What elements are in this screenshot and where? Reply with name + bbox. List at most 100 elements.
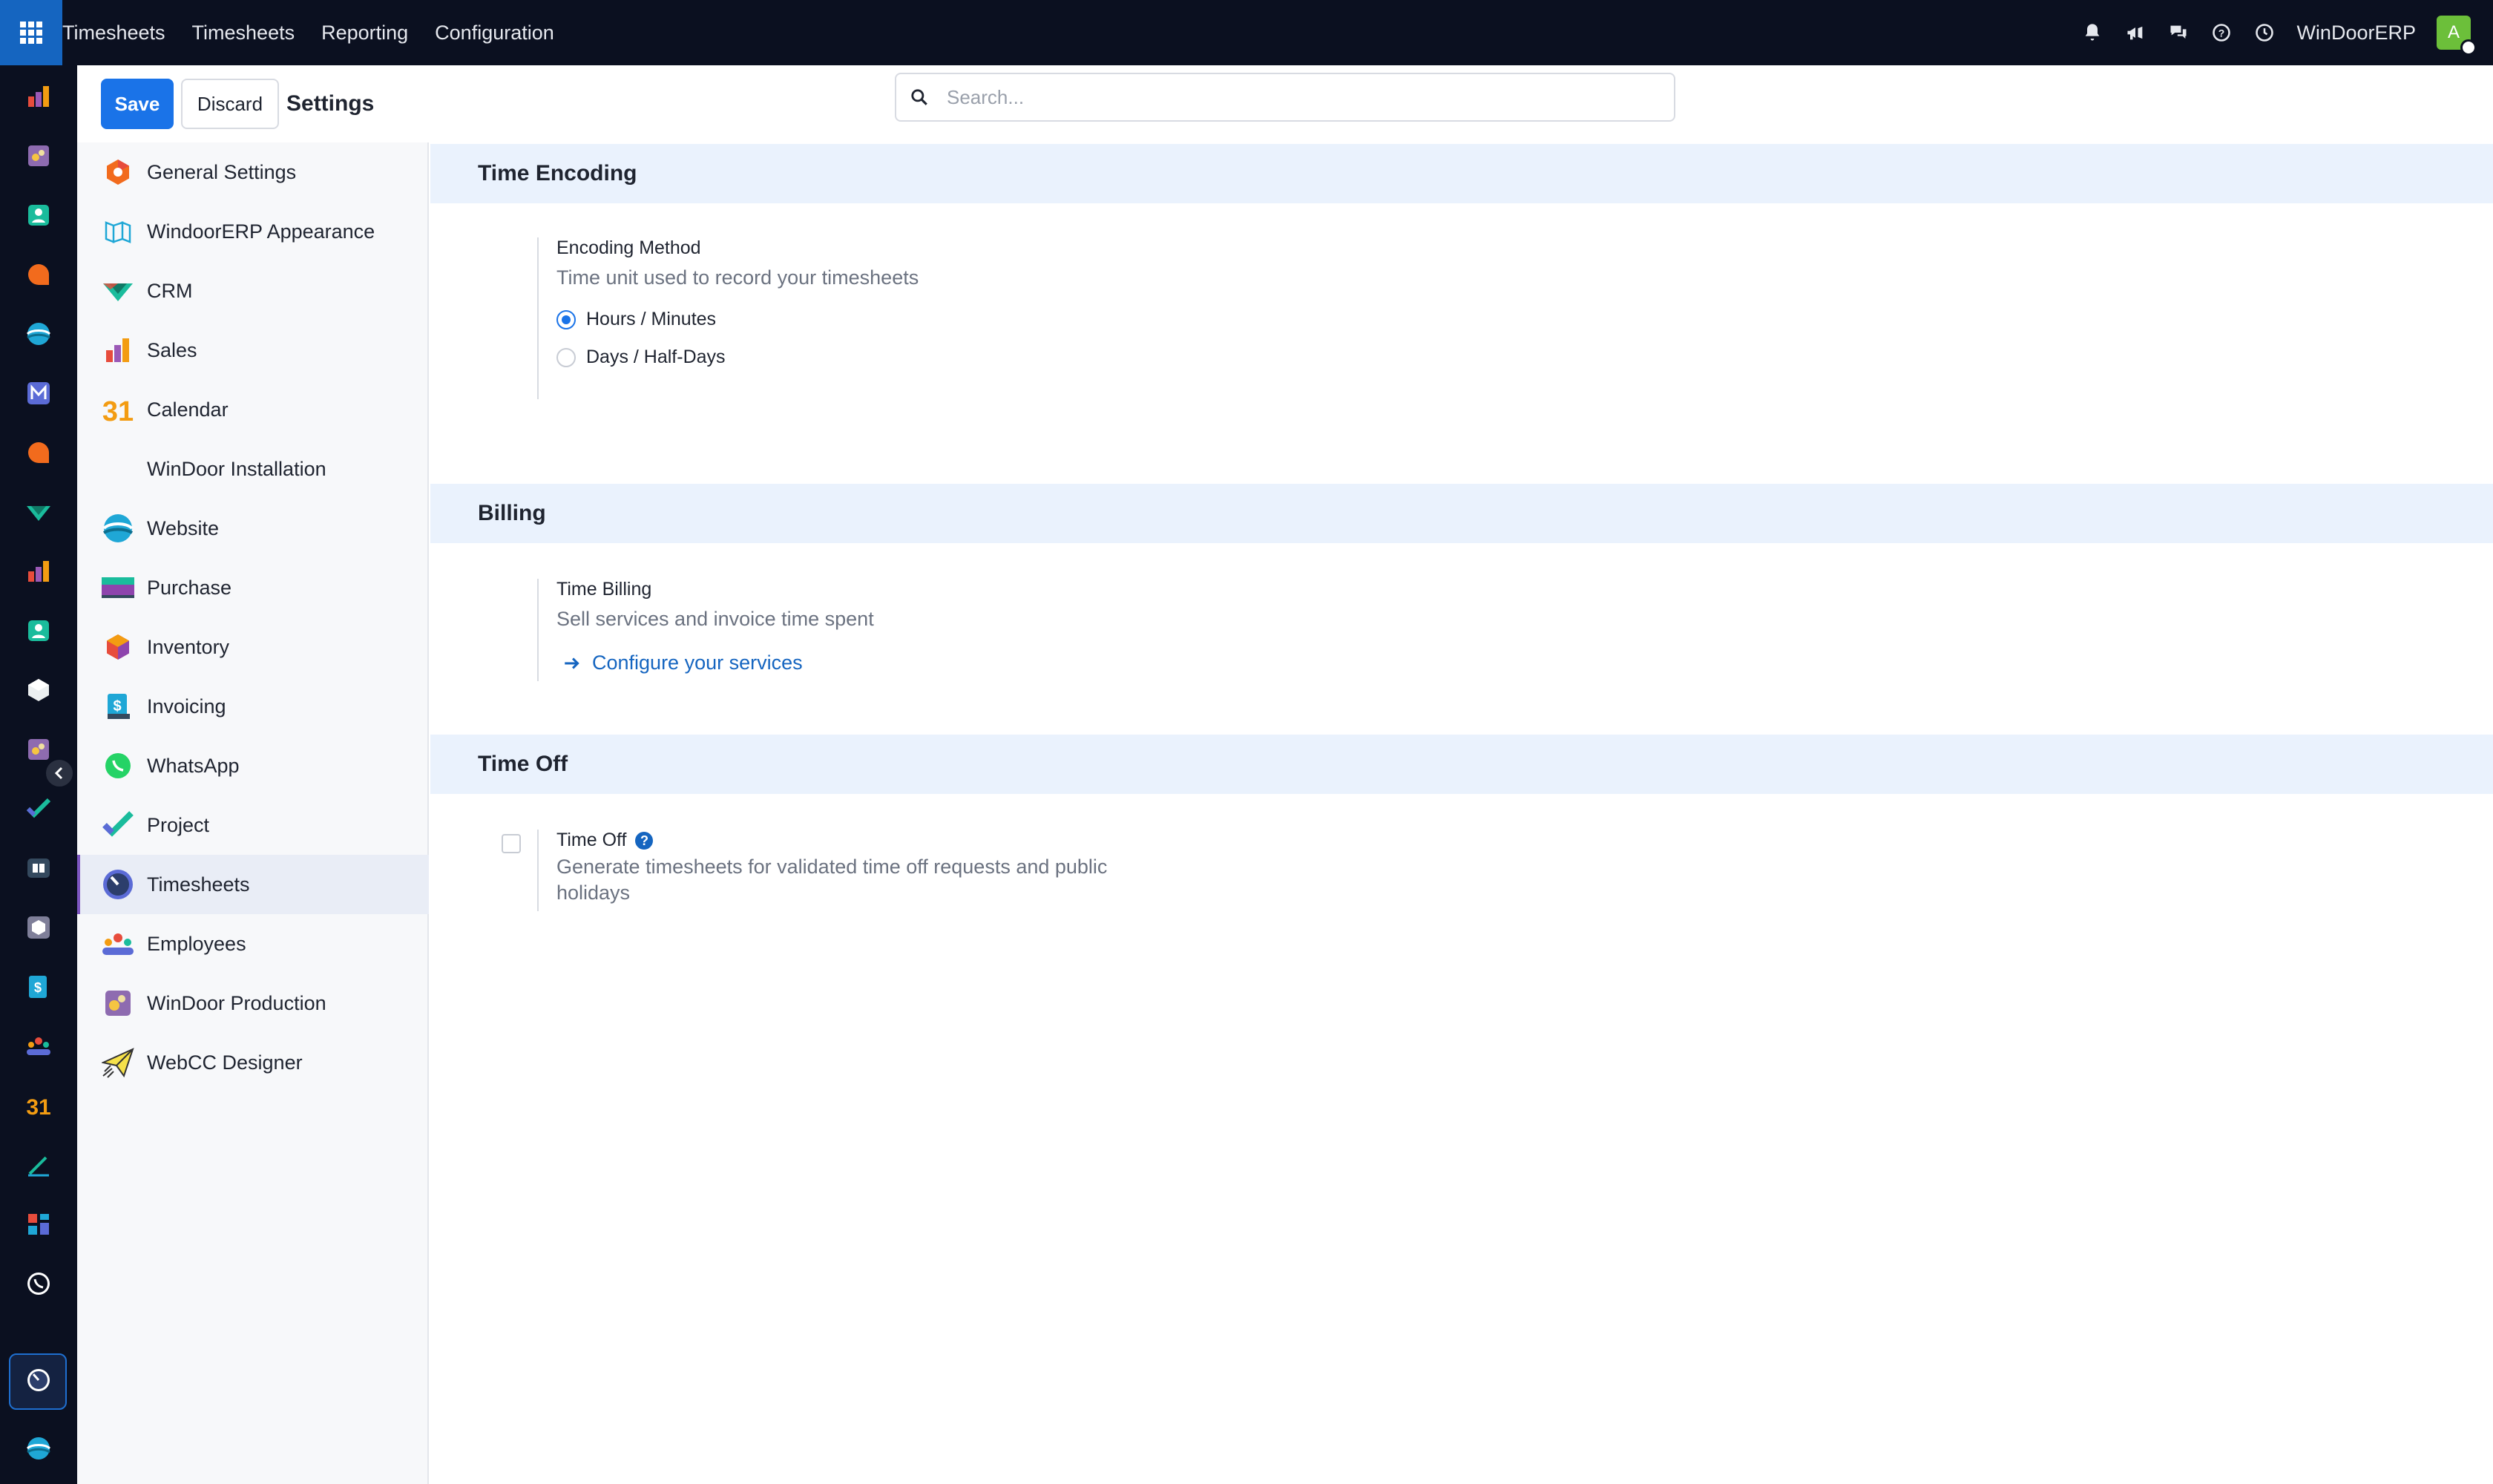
company-name[interactable]: WinDoorERP [2296,22,2416,45]
collapse-sidebar-button[interactable] [45,758,74,788]
sales-app-icon[interactable] [25,83,52,110]
app-item-invoicing[interactable]: $ Invoicing [77,677,429,736]
app-item-label: WinDoor Production [147,991,326,1014]
discard-button[interactable]: Discard [181,79,279,129]
timesheets-app-icon[interactable] [25,1367,52,1393]
megaphone-icon[interactable] [2124,22,2147,44]
chat-icon[interactable] [2167,22,2190,44]
app-item-employees[interactable]: Employees [77,914,429,974]
livechat-app-icon[interactable] [25,439,52,466]
avatar-initial: A [2447,22,2460,42]
app-item-website[interactable]: Website [77,499,429,558]
app-item-sales[interactable]: Sales [77,321,429,380]
section-header-time-encoding: Time Encoding [430,144,2493,203]
menu-brand-timesheets[interactable]: Timesheets [62,22,179,45]
app-item-project[interactable]: Project [77,795,429,855]
calendar-app-icon[interactable]: 31 [25,1092,52,1119]
calendar-icon: 31 [101,393,135,427]
production-app-icon[interactable] [25,142,52,169]
app-item-label: WhatsApp [147,754,240,777]
contacts-app-icon-2[interactable] [25,617,52,644]
radio-button[interactable] [556,347,576,367]
settings-content: Time Encoding Encoding Method Time unit … [430,142,2493,1484]
search-icon [908,86,930,108]
menu-configuration[interactable]: Configuration [421,22,568,45]
app-item-label: Calendar [147,398,229,421]
employees-icon [101,927,135,961]
sign-app-icon[interactable] [25,1152,52,1178]
app-menu-button[interactable] [0,0,62,65]
general-settings-icon [101,155,135,189]
invoicing-app-icon[interactable]: $ [25,974,52,1000]
control-panel: Save Discard Settings [77,65,2493,142]
website-app-icon[interactable] [25,321,52,347]
time-off-checkbox[interactable] [502,834,521,853]
setting-title: Time Off [556,830,627,850]
search-input[interactable] [947,85,1615,109]
app-item-label: Sales [147,338,197,361]
dashboard-app-icon[interactable] [25,1211,52,1238]
radio-option-hours-minutes[interactable]: Hours / Minutes [556,309,919,330]
radio-button[interactable] [556,309,576,329]
menu-timesheets[interactable]: Timesheets [179,22,309,45]
radio-option-days-half-days[interactable]: Days / Half-Days [556,347,919,368]
knowledge-app-icon[interactable] [25,855,52,881]
contacts-app-icon[interactable] [25,202,52,229]
app-item-windoor-production[interactable]: WinDoor Production [77,974,429,1033]
app-item-general-settings[interactable]: General Settings [77,142,429,202]
app-item-webcc-designer[interactable]: WebCC Designer [77,1033,429,1092]
setting-time-off: Time Off? Generate timesheets for valida… [537,830,1107,911]
app-item-label: Invoicing [147,695,226,718]
clock-icon[interactable] [2253,22,2276,44]
employees-app-icon[interactable] [25,1033,52,1060]
app-item-purchase[interactable]: Purchase [77,558,429,617]
app-item-label: General Settings [147,160,297,183]
invoicing-icon: $ [101,689,135,723]
app-item-windoor-installation[interactable]: WinDoor Installation [77,439,429,499]
crm-app-icon[interactable] [25,499,52,525]
app-item-crm[interactable]: CRM [77,261,429,321]
section-header-time-off: Time Off [430,735,2493,794]
user-avatar[interactable]: A [2437,16,2477,56]
crm-icon [101,274,135,308]
app-item-whatsapp[interactable]: WhatsApp [77,736,429,795]
settings-app-list: General Settings WindoorERP Appearance C… [77,142,429,1484]
setting-description: Sell services and invoice time spent [556,608,874,630]
svg-text:$: $ [113,698,121,715]
box-app-icon[interactable] [25,914,52,941]
save-button[interactable]: Save [101,79,174,129]
discuss-app-icon[interactable] [25,261,52,288]
search-box[interactable] [895,73,1675,122]
app-item-timesheets[interactable]: Timesheets [77,855,429,914]
configure-services-link[interactable]: Configure your services [556,651,874,674]
webcc-designer-icon [101,1045,135,1080]
app-item-label: WindoorERP Appearance [147,220,375,243]
section-header-billing: Billing [430,484,2493,543]
help-icon[interactable]: ? [635,832,654,850]
mail-app-icon[interactable] [25,380,52,407]
inventory-icon [101,630,135,664]
app-item-calendar[interactable]: 31 Calendar [77,380,429,439]
website-app-icon-2[interactable] [25,1435,52,1462]
menu-reporting[interactable]: Reporting [308,22,421,45]
svg-text:31: 31 [26,1095,50,1119]
sales-icon [101,333,135,367]
bell-icon[interactable] [2081,22,2103,44]
app-item-inventory[interactable]: Inventory [77,617,429,677]
setting-time-billing: Time Billing Sell services and invoice t… [537,579,874,681]
setting-description-line: holidays [556,881,631,904]
inventory-app-icon[interactable] [25,677,52,703]
project-app-icon[interactable] [25,795,52,822]
setting-title-row: Time Off? [556,830,1107,851]
app-item-appearance[interactable]: WindoorERP Appearance [77,202,429,261]
page-title: Settings [286,91,375,116]
help-icon[interactable]: ? [2210,22,2233,44]
arrow-right-icon [561,652,583,674]
svg-text:?: ? [2218,27,2225,39]
purchase-icon [101,571,135,605]
whatsapp-app-icon[interactable] [25,1270,52,1297]
production-app-icon-2[interactable] [25,736,52,763]
app-item-label: Timesheets [147,873,250,896]
app-item-label: CRM [147,279,193,302]
sales-app-icon-2[interactable] [25,558,52,585]
